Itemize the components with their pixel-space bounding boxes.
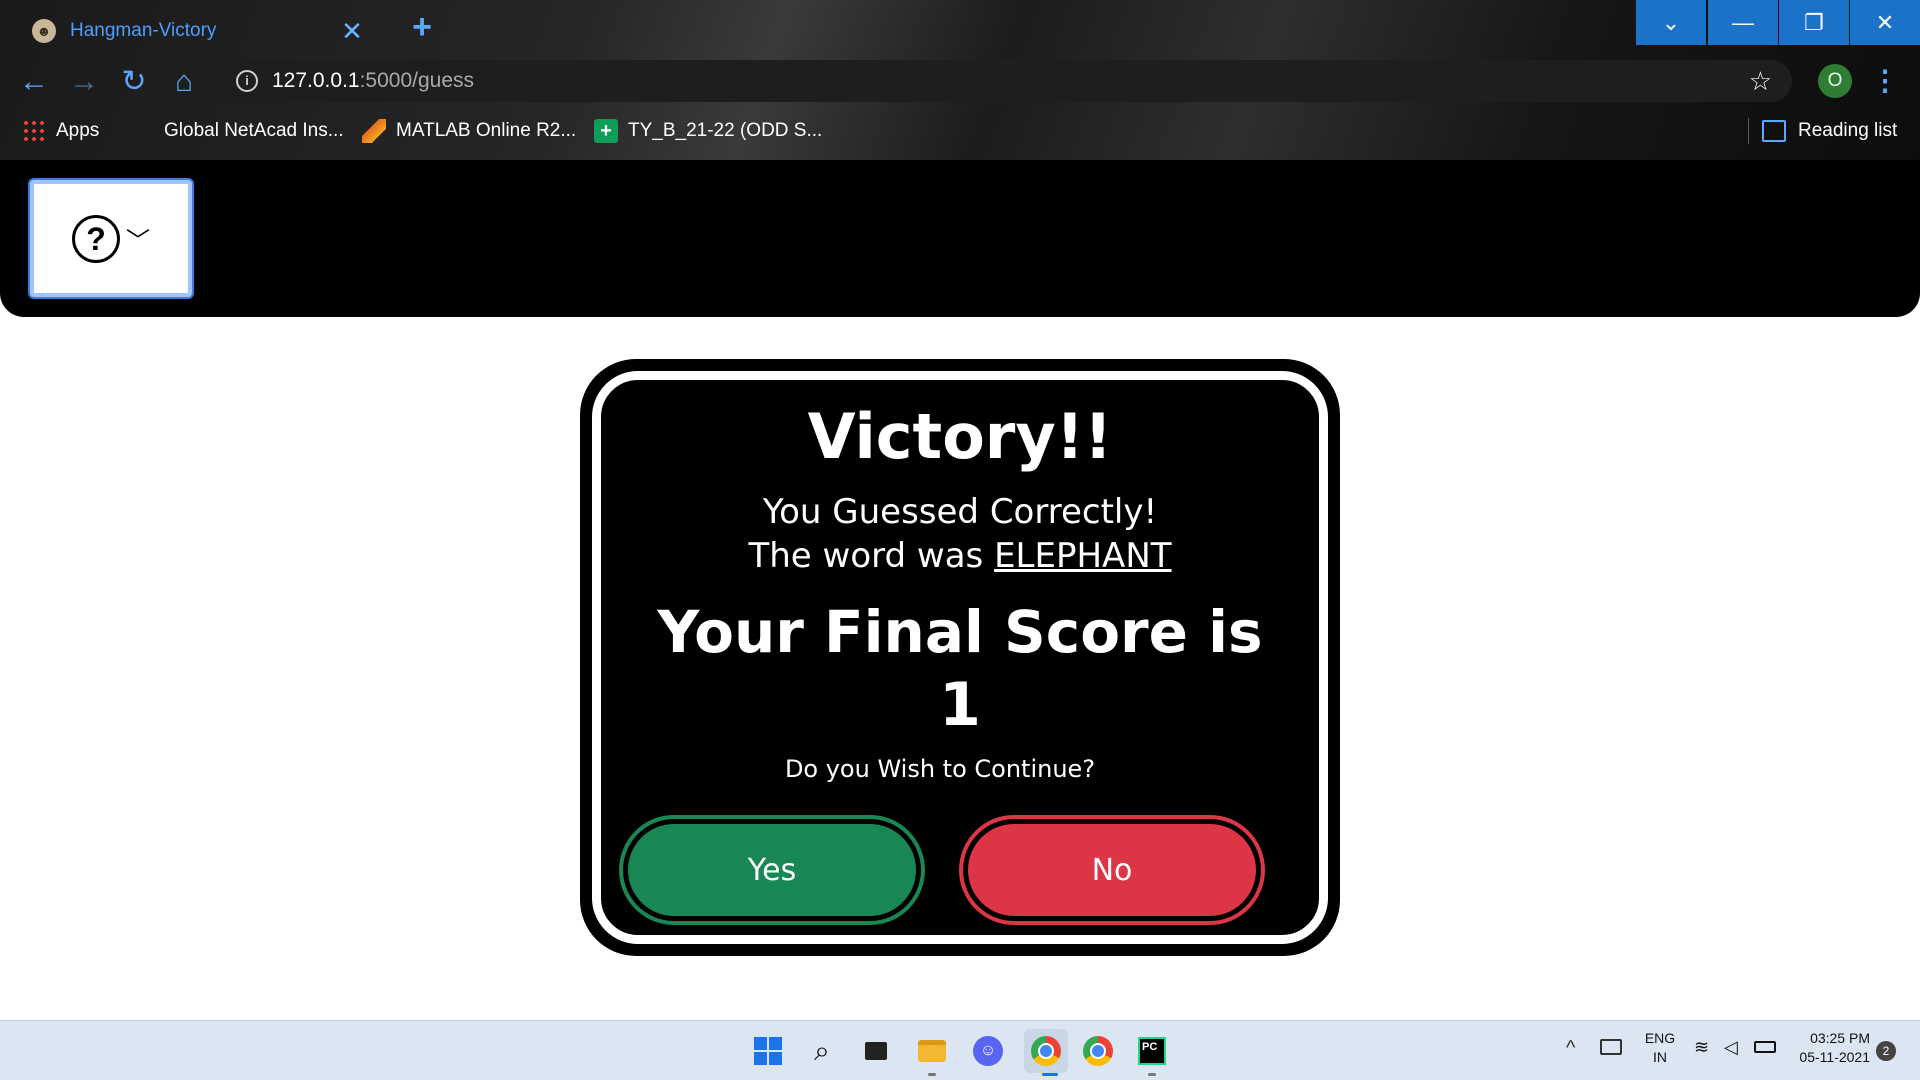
active-indicator <box>1042 1073 1058 1076</box>
running-indicator <box>928 1073 936 1076</box>
language-code: ENG <box>1644 1030 1676 1046</box>
score-value: 1 <box>939 670 981 740</box>
forward-arrow-icon[interactable]: → <box>66 64 102 100</box>
matlab-icon <box>362 119 386 143</box>
no-button[interactable]: No <box>968 824 1256 916</box>
page-top-bar: ? ﹀ <box>0 160 1920 317</box>
reload-icon[interactable]: ↻ <box>116 64 152 100</box>
bookmark-star-icon[interactable]: ☆ <box>1749 66 1772 97</box>
discord-icon[interactable]: ☺ <box>970 1033 1006 1069</box>
pycharm-label: PC <box>1138 1037 1166 1065</box>
site-info-icon[interactable]: i <box>236 70 258 92</box>
help-dropdown-button[interactable]: ? ﹀ <box>30 180 192 297</box>
input-language[interactable]: ENG IN <box>1640 1029 1680 1067</box>
region-code: IN <box>1653 1049 1667 1065</box>
dialog-subtitle: You Guessed Correctly! <box>762 492 1158 532</box>
url-path: :5000/guess <box>359 69 475 92</box>
browser-toolbar: ← → ↻ ⌂ i 127.0.0.1 :5000/guess ☆ O ⋮ <box>0 58 1920 104</box>
apps-grid-icon <box>22 119 46 143</box>
yes-button[interactable]: Yes <box>628 824 916 916</box>
bookmark-netacad[interactable]: Global NetAcad Ins... <box>164 116 344 146</box>
wifi-icon[interactable]: ≋ <box>1694 1037 1709 1058</box>
tab-title: Hangman-Victory <box>70 20 217 41</box>
pycharm-icon[interactable]: PC <box>1134 1033 1170 1069</box>
continue-question: Do you Wish to Continue? <box>784 755 1096 783</box>
tab-search-dropdown-icon[interactable]: ⌄ <box>1636 0 1706 45</box>
clock-date: 05-11-2021 <box>1799 1049 1870 1065</box>
home-icon[interactable]: ⌂ <box>166 64 202 100</box>
sheets-icon: + <box>594 119 618 143</box>
word-prefix: The word was <box>748 536 995 576</box>
new-tab-button[interactable]: + <box>404 10 440 46</box>
chrome-icon[interactable] <box>1024 1029 1068 1073</box>
reading-list-button[interactable]: Reading list <box>1762 110 1897 152</box>
bookmark-label: Global NetAcad Ins... <box>164 120 344 141</box>
task-view-icon[interactable] <box>858 1033 894 1069</box>
browser-tab[interactable]: ☻ Hangman-Victory ✕ <box>16 4 380 58</box>
tab-close-icon[interactable]: ✕ <box>338 17 366 45</box>
address-bar[interactable]: i 127.0.0.1 :5000/guess ☆ <box>220 60 1792 102</box>
dialog-title: Victory!! <box>807 400 1113 473</box>
minimize-button[interactable]: — <box>1708 0 1778 45</box>
victory-dialog: Victory!! You Guessed Correctly! The wor… <box>580 359 1340 956</box>
word-reveal: The word was ELEPHANT <box>601 536 1319 576</box>
bookmark-label: TY_B_21-22 (ODD S... <box>628 120 823 141</box>
show-hidden-icons-icon[interactable]: ^ <box>1566 1037 1575 1060</box>
touch-keyboard-icon[interactable] <box>1600 1039 1622 1055</box>
bookmarks-divider <box>1748 118 1749 144</box>
bookmark-apps[interactable]: Apps <box>22 116 99 146</box>
bookmarks-bar: Apps Global NetAcad Ins... MATLAB Online… <box>0 110 1920 152</box>
file-explorer-icon[interactable] <box>914 1033 950 1069</box>
bookmark-matlab[interactable]: MATLAB Online R2... <box>362 116 576 146</box>
back-arrow-icon[interactable]: ← <box>16 64 52 100</box>
url-host: 127.0.0.1 <box>272 69 360 92</box>
chevron-down-icon: ﹀ <box>126 228 150 255</box>
browser-chrome: ☻ Hangman-Victory ✕ + ⌄ — ❐ ✕ ← → ↻ ⌂ i … <box>0 0 1920 160</box>
profile-avatar[interactable]: O <box>1818 64 1852 98</box>
running-indicator <box>1148 1073 1156 1076</box>
clock-time: 03:25 PM <box>1810 1030 1870 1046</box>
battery-icon[interactable] <box>1754 1041 1776 1053</box>
browser-menu-icon[interactable]: ⋮ <box>1870 62 1900 100</box>
close-window-button[interactable]: ✕ <box>1850 0 1920 45</box>
chrome-profile-icon[interactable] <box>1080 1033 1116 1069</box>
bookmark-ty-sheet[interactable]: + TY_B_21-22 (ODD S... <box>594 116 822 146</box>
bookmark-label: MATLAB Online R2... <box>396 120 577 141</box>
notification-badge[interactable]: 2 <box>1876 1041 1896 1061</box>
clock[interactable]: 03:25 PM 05-11-2021 <box>1790 1029 1870 1067</box>
restore-button[interactable]: ❐ <box>1779 0 1849 45</box>
volume-icon[interactable]: ◁ <box>1724 1037 1738 1058</box>
search-icon[interactable]: ⌕ <box>804 1033 840 1069</box>
reading-list-icon <box>1762 120 1786 142</box>
dialog-border: Victory!! You Guessed Correctly! The wor… <box>592 371 1328 944</box>
start-icon[interactable] <box>750 1033 786 1069</box>
score-label: Your Final Score is <box>657 598 1263 666</box>
hangman-favicon-icon: ☻ <box>32 19 56 43</box>
reading-list-label: Reading list <box>1798 120 1898 141</box>
windows-taskbar: ⌕ ☺ PC ^ ENG IN ≋ ◁ 03:25 PM 05-11-2021 … <box>0 1020 1920 1080</box>
question-mark-icon: ? <box>72 214 120 263</box>
page-content: ? ﹀ Victory!! You Guessed Correctly! The… <box>0 160 1920 1020</box>
bookmark-label: Apps <box>56 120 100 141</box>
secret-word: ELEPHANT <box>994 536 1172 576</box>
